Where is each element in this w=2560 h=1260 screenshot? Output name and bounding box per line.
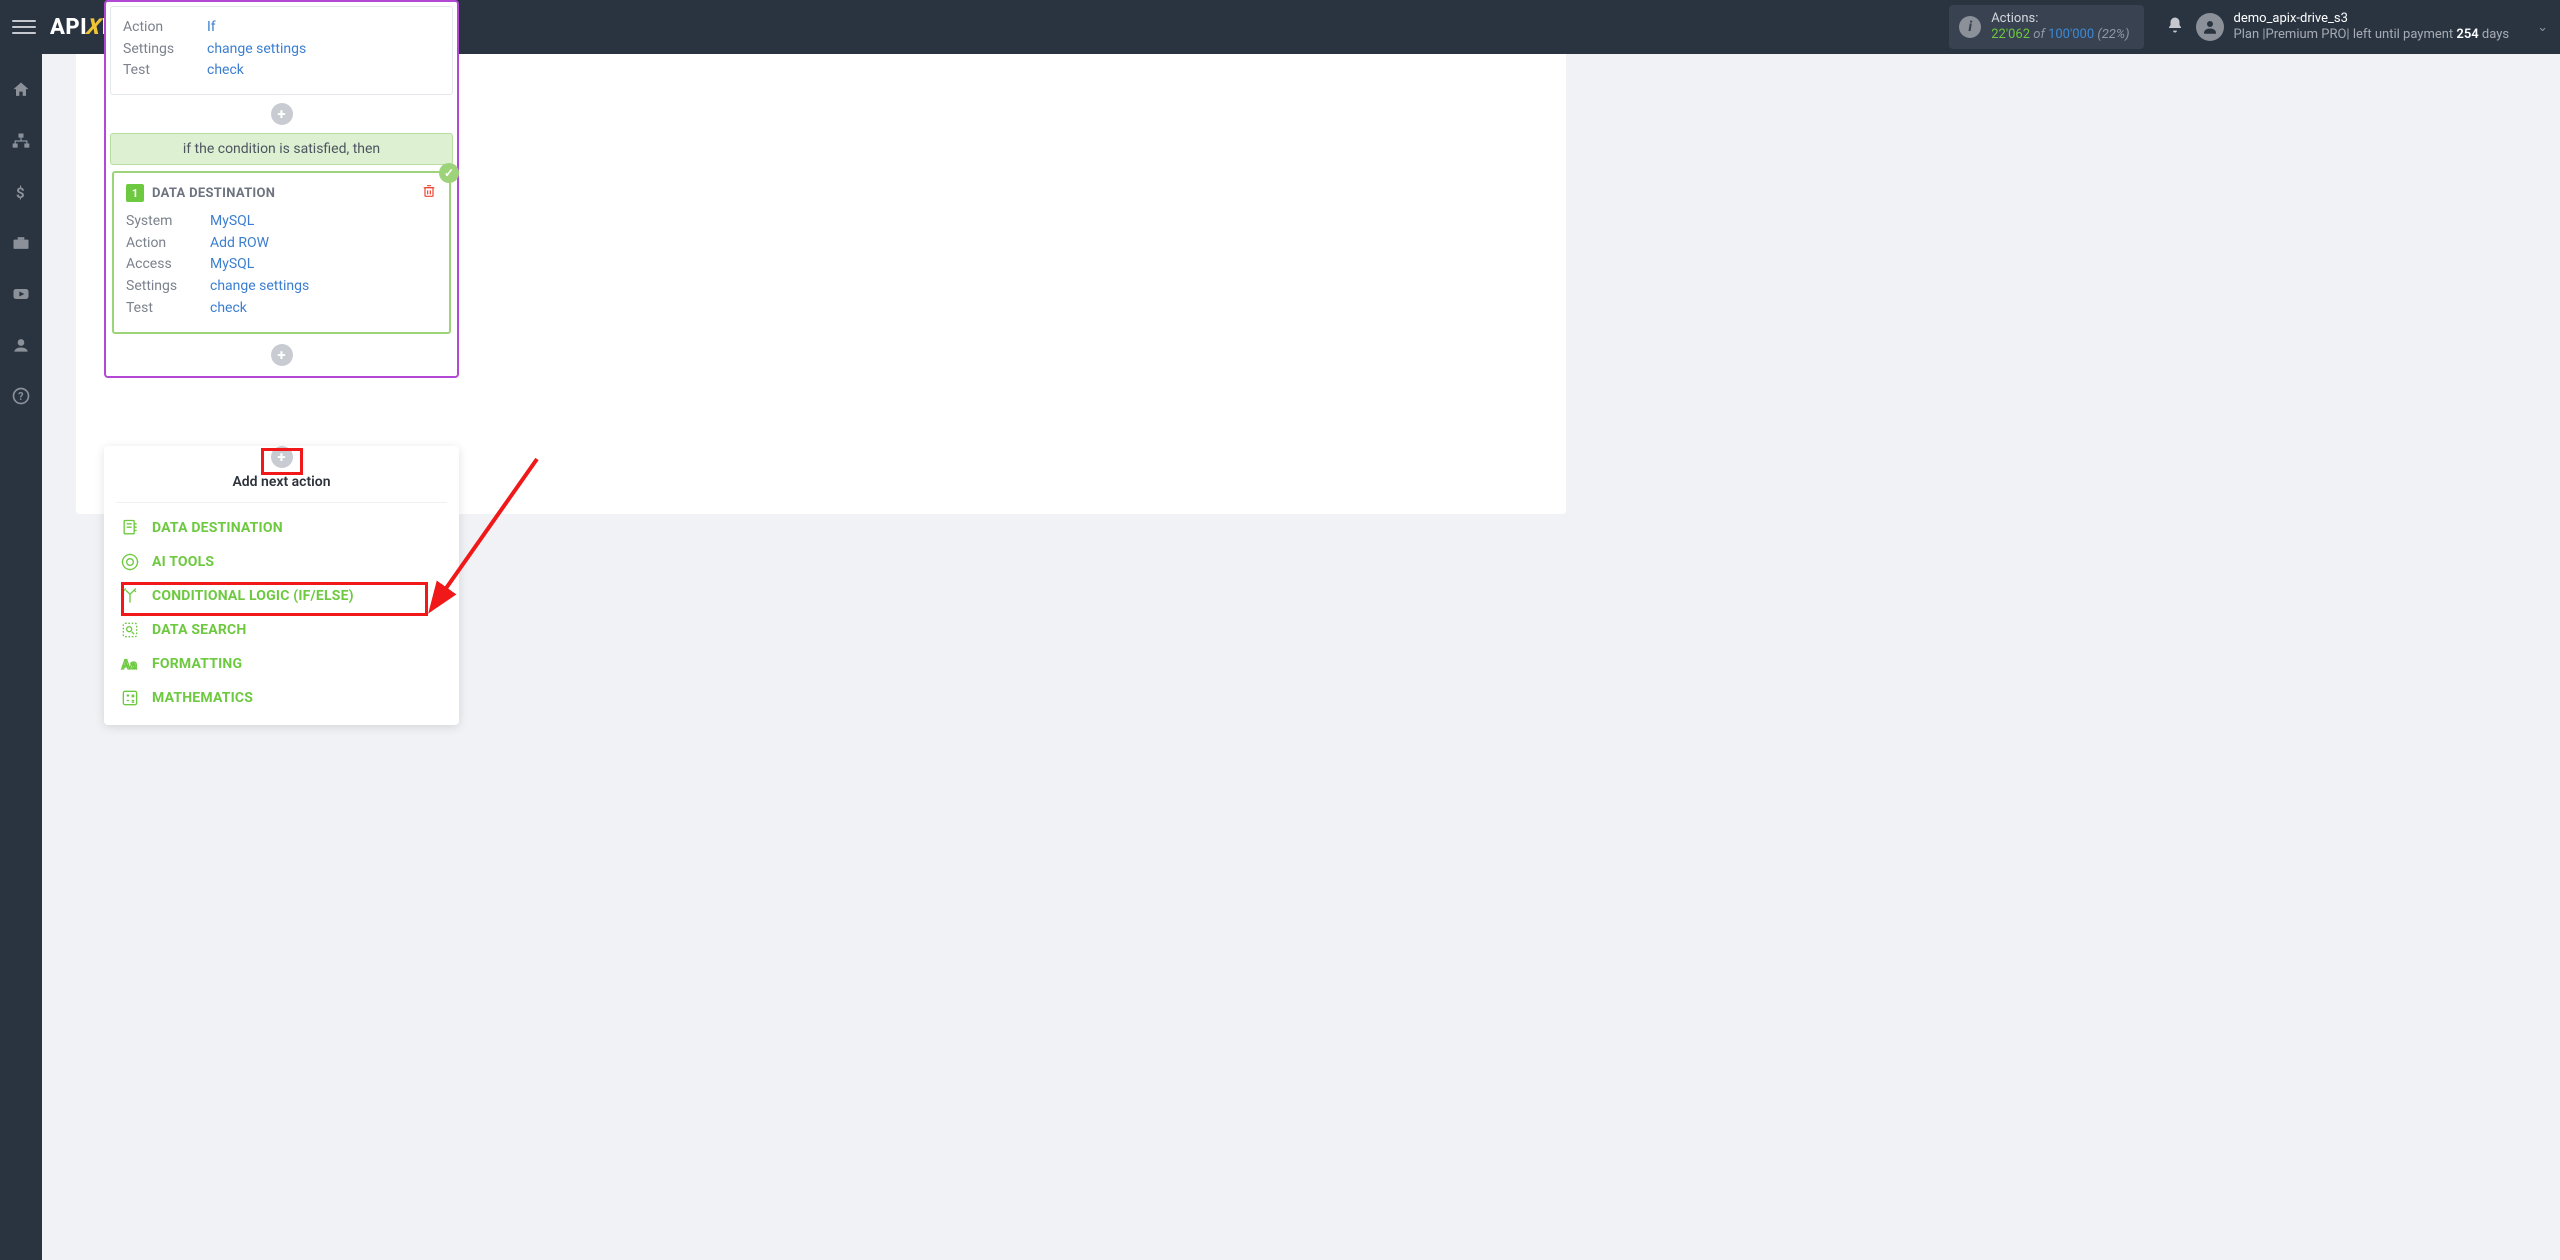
menu-toggle-icon[interactable]	[12, 15, 36, 39]
user-menu[interactable]: demo_apix-drive_s3 Plan |Premium PRO| le…	[2196, 11, 2548, 44]
popup-title: Add next action	[116, 474, 447, 503]
row-label: Access	[126, 254, 210, 276]
data-destination-card: ✓ 1 DATA DESTINATION SystemMySQL ActionA…	[112, 171, 451, 333]
video-icon[interactable]	[11, 284, 31, 309]
svg-text:Aa: Aa	[122, 658, 138, 673]
menu-item-label: FORMATTING	[152, 656, 242, 672]
add-action-plus-button[interactable]: +	[271, 446, 293, 468]
actions-value: 22'062 of 100'000 (22%)	[1991, 27, 2129, 43]
row-value-link[interactable]: check	[207, 60, 244, 82]
briefcase-icon[interactable]	[11, 233, 31, 258]
add-action-popup-wrap: + Add next action DATA DESTINATION AI TO…	[104, 442, 459, 725]
logo-api: API	[50, 15, 87, 40]
user-icon[interactable]	[11, 335, 31, 360]
row-label: Settings	[123, 39, 207, 61]
menu-item-label: CONDITIONAL LOGIC (IF/ELSE)	[152, 588, 354, 604]
row-value-link[interactable]: MySQL	[210, 211, 254, 233]
dollar-icon[interactable]: $	[11, 182, 31, 207]
home-icon[interactable]	[11, 80, 31, 105]
actions-label: Actions:	[1991, 11, 2129, 27]
menu-item-conditional-logic[interactable]: CONDITIONAL LOGIC (IF/ELSE)	[104, 579, 459, 613]
condition-satisfied-bar: if the condition is satisfied, then	[110, 133, 453, 165]
add-step-button[interactable]: +	[271, 103, 293, 125]
row-label: System	[126, 211, 210, 233]
row-label: Test	[123, 60, 207, 82]
svg-text:?: ?	[18, 390, 23, 403]
user-plan: Plan |Premium PRO| left until payment 25…	[2234, 27, 2510, 43]
avatar-icon	[2196, 13, 2224, 41]
user-name: demo_apix-drive_s3	[2234, 11, 2510, 27]
info-icon: i	[1959, 16, 1981, 38]
flow-column: ActionIf Settingschange settings Testche…	[104, 0, 459, 378]
destination-title: DATA DESTINATION	[152, 186, 275, 201]
svg-text:$: $	[16, 184, 25, 202]
add-step-button[interactable]: +	[271, 344, 293, 366]
check-icon: ✓	[439, 163, 459, 183]
menu-item-ai-tools[interactable]: AI TOOLS	[104, 545, 459, 579]
row-label: Test	[126, 298, 210, 320]
actions-counter[interactable]: i Actions: 22'062 of 100'000 (22%)	[1949, 5, 2143, 50]
menu-item-label: DATA SEARCH	[152, 622, 246, 638]
trash-icon[interactable]	[421, 183, 437, 203]
row-value-link[interactable]: check	[210, 298, 247, 320]
menu-item-data-destination[interactable]: DATA DESTINATION	[104, 511, 459, 545]
bell-icon[interactable]	[2158, 16, 2192, 39]
row-value-link[interactable]: If	[207, 17, 216, 39]
step-card-if: ActionIf Settingschange settings Testche…	[110, 6, 453, 95]
add-action-popup: + Add next action DATA DESTINATION AI TO…	[104, 446, 459, 725]
row-label: Action	[126, 233, 210, 255]
destination-number-badge: 1	[126, 184, 144, 202]
main-area: ActionIf Settingschange settings Testche…	[42, 54, 2560, 1260]
row-value-link[interactable]: Add ROW	[210, 233, 269, 255]
menu-item-data-search[interactable]: DATA SEARCH	[104, 613, 459, 647]
menu-item-mathematics[interactable]: MATHEMATICS	[104, 681, 459, 715]
menu-item-label: DATA DESTINATION	[152, 520, 283, 536]
conditional-logic-block: ActionIf Settingschange settings Testche…	[104, 0, 459, 378]
menu-item-formatting[interactable]: Aa FORMATTING	[104, 647, 459, 681]
row-value-link[interactable]: change settings	[207, 39, 306, 61]
help-icon[interactable]: ?	[11, 386, 31, 411]
chevron-down-icon: ⌄	[2537, 20, 2548, 35]
row-label: Action	[123, 17, 207, 39]
row-value-link[interactable]: change settings	[210, 276, 309, 298]
menu-item-label: MATHEMATICS	[152, 690, 253, 706]
sitemap-icon[interactable]	[11, 131, 31, 156]
row-label: Settings	[126, 276, 210, 298]
left-rail: $ ?	[0, 54, 42, 1260]
row-value-link[interactable]: MySQL	[210, 254, 254, 276]
menu-item-label: AI TOOLS	[152, 554, 214, 570]
